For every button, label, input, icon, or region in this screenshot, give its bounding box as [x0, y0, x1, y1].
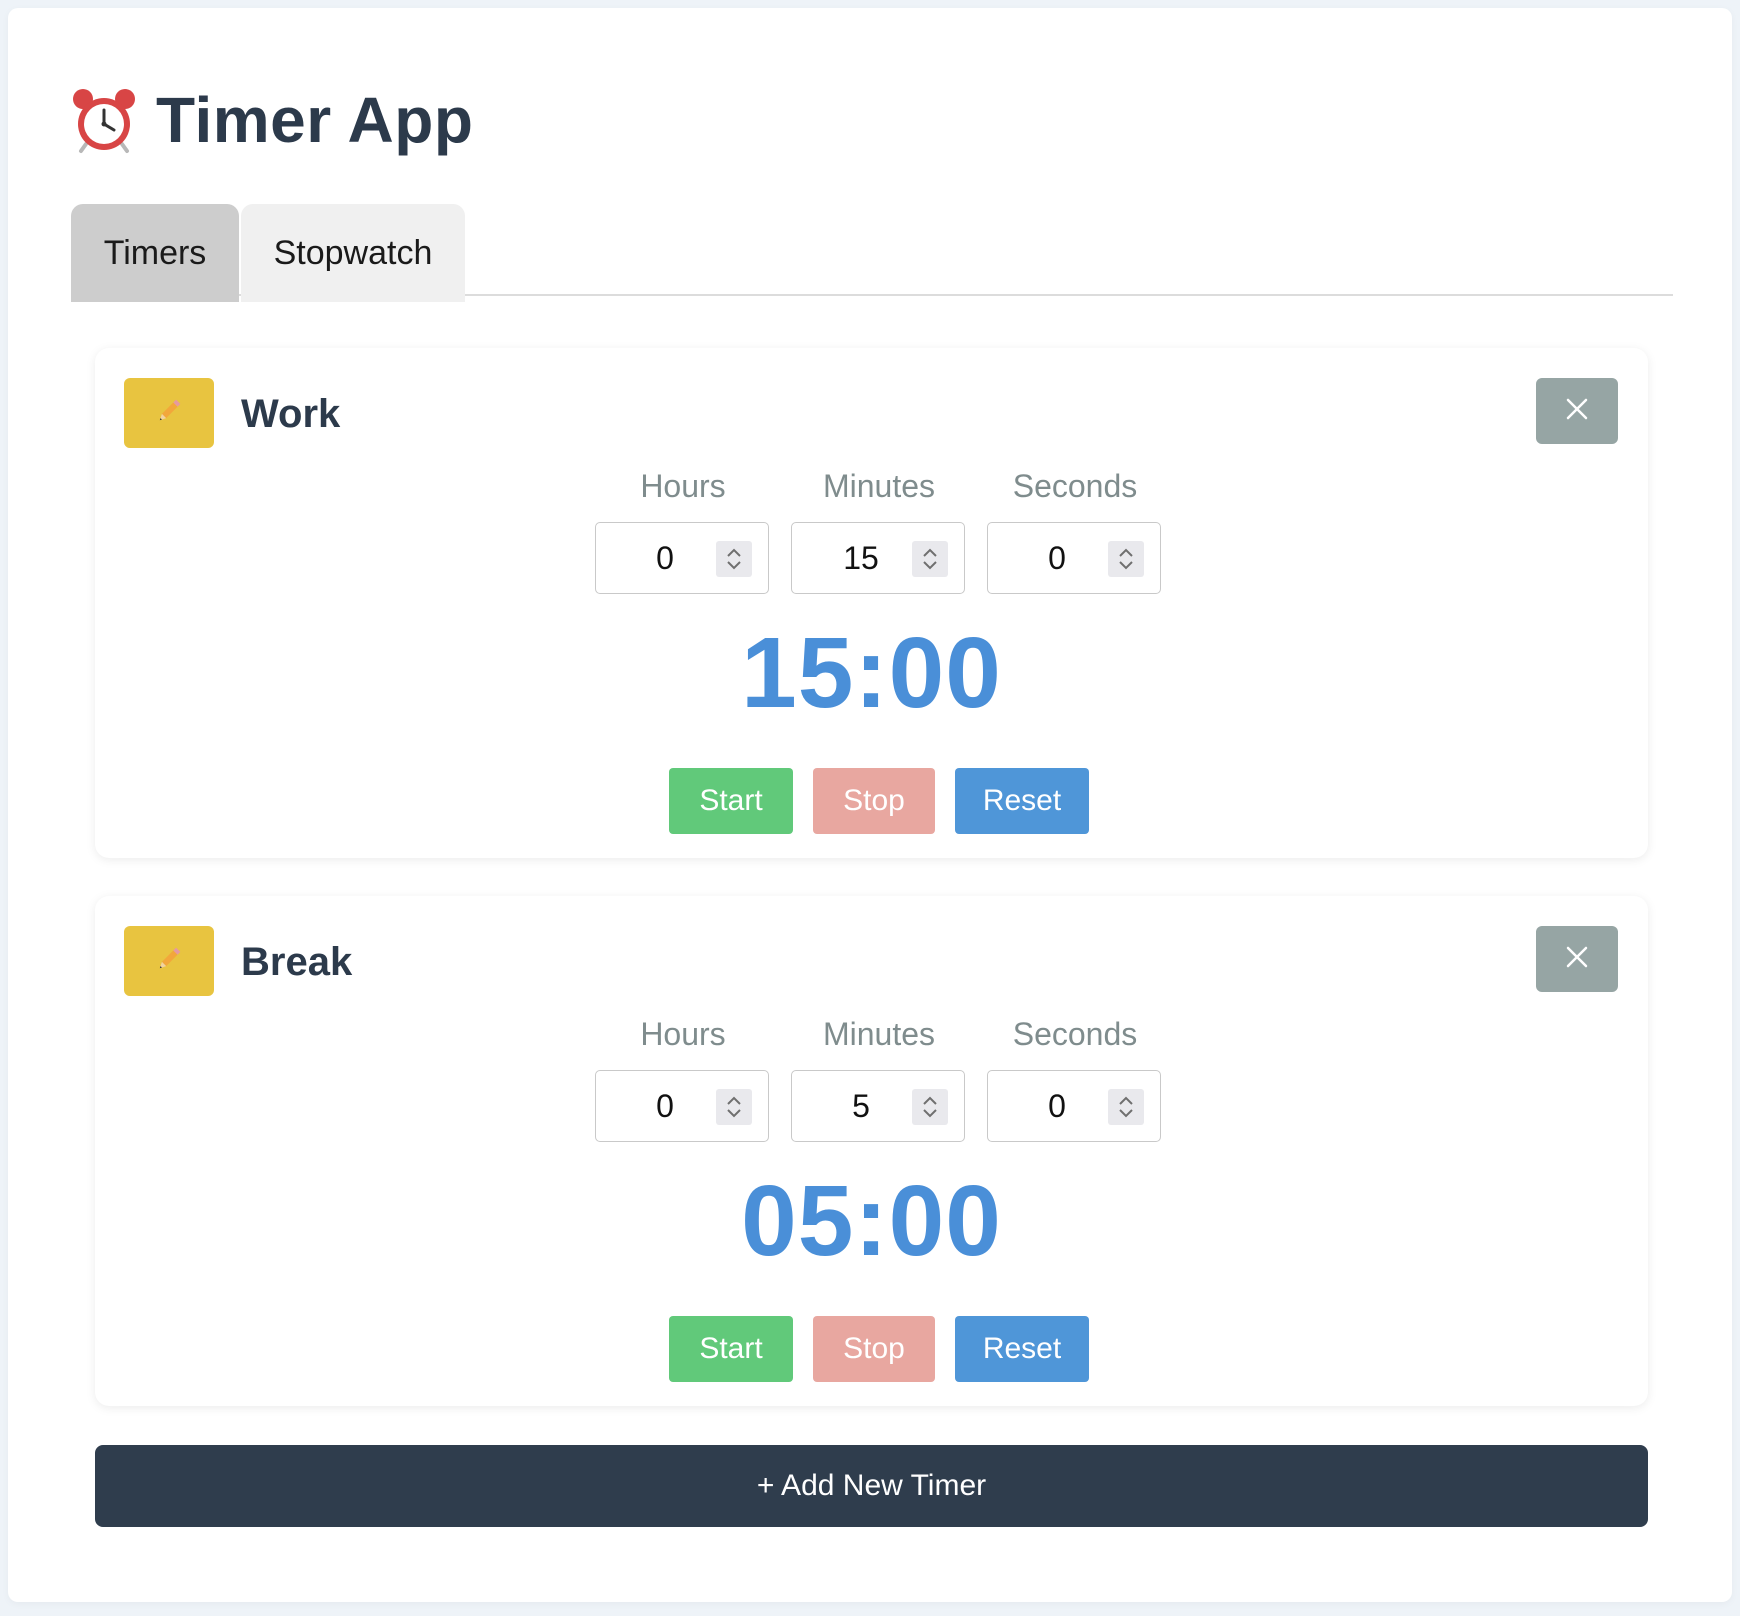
- minutes-label: Minutes: [822, 1016, 936, 1052]
- edit-timer-button[interactable]: [124, 926, 214, 996]
- minutes-value: 5: [852, 1088, 870, 1124]
- timer-name: Work: [241, 392, 341, 436]
- seconds-value: 0: [1048, 1088, 1066, 1124]
- close-icon: [1565, 397, 1589, 426]
- seconds-stepper[interactable]: [1108, 1089, 1144, 1125]
- tab-stopwatch[interactable]: Stopwatch: [241, 204, 465, 302]
- app-header: Timer App: [70, 80, 473, 160]
- tab-timers[interactable]: Timers: [71, 204, 239, 302]
- pencil-icon: [154, 396, 184, 431]
- hours-value: 0: [656, 1088, 674, 1124]
- minutes-field: Minutes 5: [791, 1014, 967, 1142]
- edit-timer-button[interactable]: [124, 378, 214, 448]
- hours-field: Hours 0: [595, 466, 771, 594]
- duration-inputs: Hours 0 Minutes 15 Seconds 0: [595, 466, 1205, 594]
- delete-timer-button[interactable]: [1536, 926, 1618, 992]
- timer-actions: Start Stop Reset: [95, 1316, 1648, 1382]
- pencil-icon: [154, 944, 184, 979]
- seconds-label: Seconds: [1012, 468, 1138, 504]
- tab-bar: Timers Stopwatch: [71, 196, 1673, 302]
- seconds-field: Seconds 0: [987, 466, 1163, 594]
- time-display: 15:00: [741, 617, 1002, 729]
- start-button[interactable]: Start: [669, 1316, 793, 1382]
- hours-label: Hours: [640, 468, 726, 504]
- add-new-timer-button[interactable]: + Add New Timer: [95, 1445, 1648, 1527]
- minutes-stepper[interactable]: [912, 541, 948, 577]
- hours-value: 0: [656, 540, 674, 576]
- close-icon: [1565, 945, 1589, 974]
- hours-stepper[interactable]: [716, 1089, 752, 1125]
- timer-actions: Start Stop Reset: [95, 768, 1648, 834]
- stop-button[interactable]: Stop: [813, 1316, 935, 1382]
- minutes-stepper[interactable]: [912, 1089, 948, 1125]
- hours-input[interactable]: 0: [595, 522, 769, 594]
- hours-input[interactable]: 0: [595, 1070, 769, 1142]
- timer-card-break: Break Hours 0 Minutes 5 Seconds 0 05:00 …: [95, 896, 1648, 1406]
- page-title: Timer App: [156, 84, 474, 156]
- hours-field: Hours 0: [595, 1014, 771, 1142]
- timer-card-work: Work Hours 0 Minutes 15 Seconds 0 15:00 …: [95, 348, 1648, 858]
- reset-button[interactable]: Reset: [955, 1316, 1089, 1382]
- timer-app: Timer App Timers Stopwatch Work Hours 0 …: [8, 8, 1732, 1602]
- minutes-field: Minutes 15: [791, 466, 967, 594]
- duration-inputs: Hours 0 Minutes 5 Seconds 0: [595, 1014, 1205, 1142]
- seconds-label: Seconds: [1012, 1016, 1138, 1052]
- minutes-value: 15: [843, 540, 879, 576]
- seconds-value: 0: [1048, 540, 1066, 576]
- start-button[interactable]: Start: [669, 768, 793, 834]
- seconds-input[interactable]: 0: [987, 1070, 1161, 1142]
- hours-label: Hours: [640, 1016, 726, 1052]
- delete-timer-button[interactable]: [1536, 378, 1618, 444]
- reset-button[interactable]: Reset: [955, 768, 1089, 834]
- minutes-label: Minutes: [822, 468, 936, 504]
- minutes-input[interactable]: 5: [791, 1070, 965, 1142]
- hours-stepper[interactable]: [716, 541, 752, 577]
- seconds-stepper[interactable]: [1108, 541, 1144, 577]
- seconds-input[interactable]: 0: [987, 522, 1161, 594]
- time-display: 05:00: [741, 1165, 1002, 1277]
- alarm-clock-icon: [70, 86, 138, 154]
- seconds-field: Seconds 0: [987, 1014, 1163, 1142]
- stop-button[interactable]: Stop: [813, 768, 935, 834]
- timer-name: Break: [241, 940, 353, 984]
- minutes-input[interactable]: 15: [791, 522, 965, 594]
